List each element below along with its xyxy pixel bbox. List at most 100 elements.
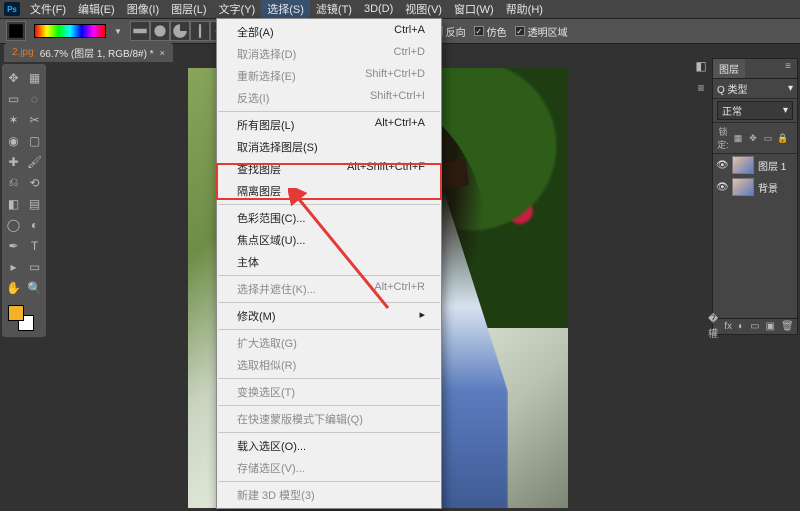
menu-item[interactable]: 取消选择图层(S) [217, 136, 441, 158]
filter-kind-label: Q 类型 [717, 81, 748, 96]
gradient-swatch[interactable] [34, 24, 106, 38]
menu-item-label: 选择并遮住(K)... [237, 281, 316, 297]
menu-layer[interactable]: 图层(L) [165, 0, 212, 19]
dodge-tool[interactable]: ◐ [25, 215, 44, 234]
layer-row[interactable]: 👁 背景 [713, 176, 797, 198]
app-badge: Ps [4, 2, 20, 16]
menu-item[interactable]: 全部(A)Ctrl+A [217, 21, 441, 43]
new-group-icon[interactable]: ▭ [750, 321, 759, 332]
lasso-tool[interactable]: ◌ [25, 89, 44, 108]
menu-separator [218, 432, 440, 433]
fx-icon[interactable]: fx [724, 321, 732, 332]
lock-pixels-icon[interactable]: ▦ [732, 133, 744, 144]
path-select-tool[interactable]: ▸ [4, 257, 23, 276]
dither-checkbox[interactable]: 仿色 [474, 24, 507, 39]
menu-item[interactable]: 主体 [217, 251, 441, 273]
menu-item-label: 色彩范围(C)... [237, 210, 305, 226]
menu-item[interactable]: 载入选区(O)... [217, 435, 441, 457]
wand-tool[interactable]: ✶ [4, 110, 23, 129]
menu-item[interactable]: 色彩范围(C)... [217, 207, 441, 229]
menu-separator [218, 481, 440, 482]
angle-gradient-icon[interactable] [170, 21, 190, 41]
layer-row[interactable]: 👁 图层 1 [713, 154, 797, 176]
layer-name[interactable]: 图层 1 [758, 158, 794, 173]
tool-preset-icon[interactable] [6, 21, 26, 41]
zoom-tool[interactable]: 🔍 [25, 278, 44, 297]
lock-all-icon[interactable]: 🔒 [777, 133, 789, 144]
menu-item: 扩大选取(G) [217, 332, 441, 354]
menu-help[interactable]: 帮助(H) [500, 0, 549, 19]
blur-tool[interactable]: ◯ [4, 215, 23, 234]
menu-item-label: 变换选区(T) [237, 384, 295, 400]
crop-tool[interactable]: ✂ [25, 110, 44, 129]
radial-gradient-icon[interactable] [150, 21, 170, 41]
eyedropper-tool[interactable]: ◉ [4, 131, 23, 150]
chevron-down-icon: ▾ [783, 105, 788, 116]
mask-icon[interactable]: ◐ [738, 321, 744, 332]
foreground-color[interactable] [8, 305, 24, 321]
gradient-tool[interactable]: ▤ [25, 194, 44, 213]
chevron-down-icon[interactable]: ▼ [114, 27, 122, 36]
menu-item: 变换选区(T) [217, 381, 441, 403]
type-tool[interactable]: T [25, 236, 44, 255]
menu-item-shortcut: Shift+Ctrl+I [370, 90, 425, 106]
linear-gradient-icon[interactable] [130, 21, 150, 41]
menu-view[interactable]: 视图(V) [399, 0, 448, 19]
layers-panel-tab[interactable]: 图层 [713, 59, 745, 78]
layer-name[interactable]: 背景 [758, 180, 794, 195]
chevron-down-icon[interactable]: ▾ [788, 83, 793, 94]
layers-panel: 图层 ≡ Q 类型 ▾ 正常▾ 锁定: ▦ ✥ ▭ 🔒 👁 图层 1 👁 [712, 58, 798, 335]
reflected-gradient-icon[interactable] [190, 21, 210, 41]
menu-item[interactable]: 所有图层(L)Alt+Ctrl+A [217, 114, 441, 136]
healing-tool[interactable]: ✚ [4, 152, 23, 171]
lock-row: 锁定: ▦ ✥ ▭ 🔒 [713, 123, 797, 154]
stamp-tool[interactable]: ⎌ [4, 173, 23, 192]
hand-tool[interactable]: ✋ [4, 278, 23, 297]
menu-item: 重新选择(E)Shift+Ctrl+D [217, 65, 441, 87]
menu-image[interactable]: 图像(I) [121, 0, 165, 19]
marquee-tool[interactable]: ▭ [4, 89, 23, 108]
blend-mode-select[interactable]: 正常▾ [717, 101, 793, 120]
artboard-tool[interactable]: ▦ [25, 68, 44, 87]
menu-file[interactable]: 文件(F) [24, 0, 72, 19]
close-icon[interactable]: × [160, 48, 165, 58]
eraser-tool[interactable]: ◧ [4, 194, 23, 213]
pen-tool[interactable]: ✒ [4, 236, 23, 255]
panel-menu-icon[interactable]: ≡ [779, 59, 797, 78]
frame-tool[interactable]: ▢ [25, 131, 44, 150]
move-tool[interactable]: ✥ [4, 68, 23, 87]
visibility-icon[interactable]: 👁 [716, 182, 728, 193]
layer-thumbnail[interactable] [732, 156, 754, 174]
fg-bg-color-swatch[interactable] [4, 303, 44, 333]
trash-icon[interactable]: 🗑 [781, 321, 793, 332]
new-layer-icon[interactable]: ▣ [766, 321, 775, 332]
menu-type[interactable]: 文字(Y) [213, 0, 262, 19]
menu-item-shortcut: Shift+Ctrl+D [365, 68, 425, 84]
menu-separator [218, 378, 440, 379]
visibility-icon[interactable]: 👁 [716, 160, 728, 171]
menu-edit[interactable]: 编辑(E) [72, 0, 121, 19]
menu-item-label: 查找图层 [237, 161, 281, 177]
lock-artboard-icon[interactable]: ▭ [762, 133, 774, 144]
history-brush-tool[interactable]: ⟲ [25, 173, 44, 192]
layer-thumbnail[interactable] [732, 178, 754, 196]
menu-select[interactable]: 选择(S) [261, 0, 310, 19]
menu-item[interactable]: 查找图层Alt+Shift+Ctrl+F [217, 158, 441, 180]
menu-item[interactable]: 焦点区域(U)... [217, 229, 441, 251]
link-layers-icon[interactable]: �權 [708, 314, 718, 340]
menu-item[interactable]: 修改(M) [217, 305, 441, 327]
rectangle-tool[interactable]: ▭ [25, 257, 44, 276]
history-panel-icon[interactable]: ◧ [693, 58, 709, 74]
lock-position-icon[interactable]: ✥ [747, 133, 759, 144]
properties-panel-icon[interactable]: ≡ [693, 80, 709, 96]
transparency-checkbox[interactable]: 透明区域 [515, 24, 568, 39]
menu-filter[interactable]: 滤镜(T) [310, 0, 358, 19]
menu-window[interactable]: 窗口(W) [448, 0, 500, 19]
menu-item[interactable]: 隔离图层 [217, 180, 441, 202]
brush-tool[interactable]: 🖌 [25, 152, 44, 171]
menu-separator [218, 111, 440, 112]
menu-item-label: 选取相似(R) [237, 357, 296, 373]
menu-3d[interactable]: 3D(D) [358, 1, 399, 17]
menu-separator [218, 329, 440, 330]
document-tab[interactable]: 2.jpg 66.7% (图层 1, RGB/8#) * × [4, 43, 173, 62]
